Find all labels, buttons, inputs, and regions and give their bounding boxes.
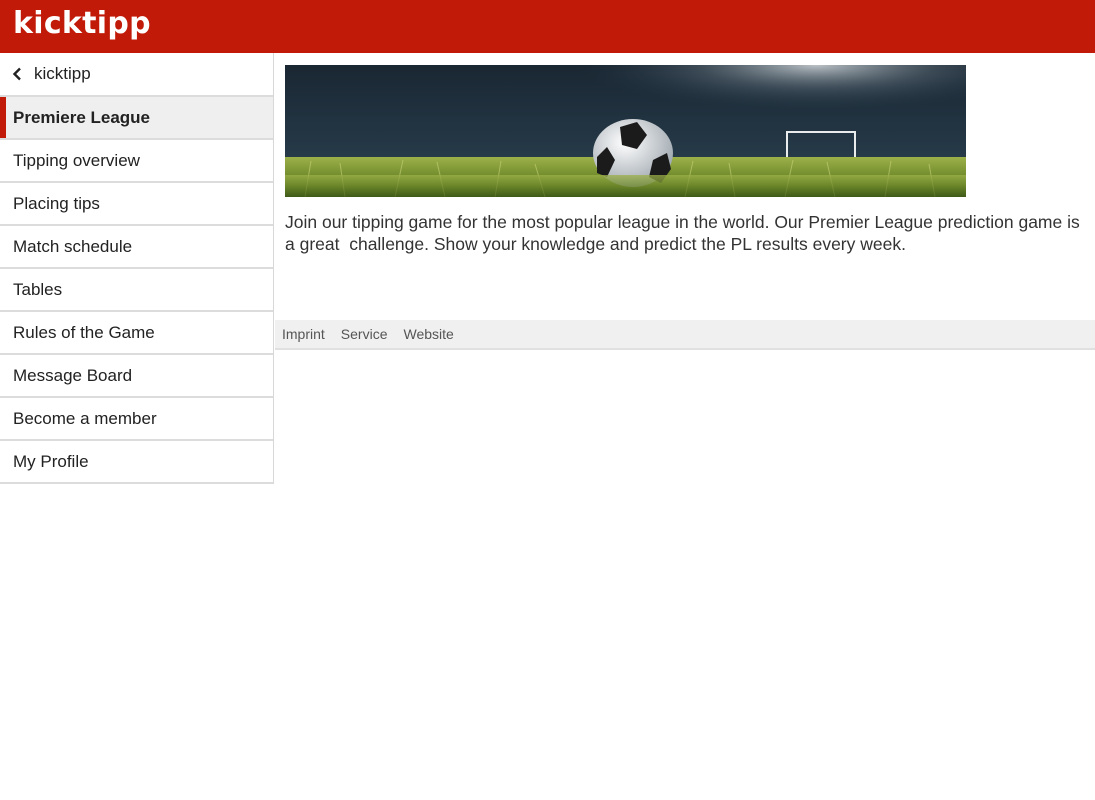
sidebar-item-rules-of-the-game[interactable]: Rules of the Game (0, 312, 273, 355)
sidebar-nav: kicktipp Premiere League Tipping overvie… (0, 53, 274, 484)
sidebar-item-message-board[interactable]: Message Board (0, 355, 273, 398)
sidebar-item-my-profile[interactable]: My Profile (0, 441, 273, 484)
sidebar-item-tables[interactable]: Tables (0, 269, 273, 312)
intro-text: Join our tipping game for the most popul… (285, 212, 1085, 254)
footer-link-imprint[interactable]: Imprint (282, 326, 325, 342)
back-label: kicktipp (34, 64, 91, 83)
sidebar-item-become-a-member[interactable]: Become a member (0, 398, 273, 441)
banner-image (285, 65, 966, 197)
top-bar: kicktipp (0, 0, 1095, 53)
soccer-ball-banner-illustration (285, 65, 966, 197)
footer-link-website[interactable]: Website (403, 326, 453, 342)
footer-links-bar: Imprint Service Website (275, 320, 1095, 350)
sidebar-item-tipping-overview[interactable]: Tipping overview (0, 140, 273, 183)
sidebar-item-premiere-league[interactable]: Premiere League (0, 97, 273, 140)
sidebar-item-match-schedule[interactable]: Match schedule (0, 226, 273, 269)
back-to-kicktipp-link[interactable]: kicktipp (0, 53, 273, 97)
footer-link-service[interactable]: Service (341, 326, 388, 342)
sidebar-item-placing-tips[interactable]: Placing tips (0, 183, 273, 226)
chevron-left-icon (12, 67, 24, 81)
kicktipp-logo[interactable]: kicktipp (13, 4, 151, 44)
